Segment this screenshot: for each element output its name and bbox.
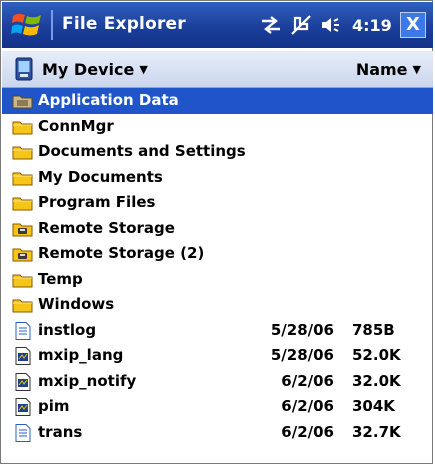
title-bar: File Explorer 4:19 X <box>2 2 433 48</box>
folder-icon <box>12 169 34 187</box>
chevron-down-icon: ▼ <box>139 63 148 76</box>
file-app-icon <box>12 347 34 365</box>
location-bar: My Device ▼ Name ▼ <box>2 51 433 88</box>
window-frame: File Explorer 4:19 X My Device ▼ Name ▼ … <box>0 0 433 464</box>
item-size: 52.0K <box>352 346 401 364</box>
volume-icon[interactable] <box>320 15 342 35</box>
connectivity-icon[interactable] <box>260 15 282 35</box>
item-name: trans <box>38 422 83 441</box>
item-name: Temp <box>38 269 83 288</box>
file-row[interactable]: mxip_notify 6/2/06 32.0K <box>2 369 433 395</box>
location-dropdown[interactable]: My Device ▼ <box>42 60 148 79</box>
folder-row[interactable]: ConnMgr <box>2 114 433 140</box>
item-name: Windows <box>38 295 115 313</box>
folder-icon <box>12 296 34 314</box>
item-date: 6/2/06 <box>281 371 334 390</box>
device-icon <box>15 57 33 81</box>
item-name: ConnMgr <box>38 116 114 135</box>
item-name: Remote Storage <box>38 218 175 237</box>
folder-row[interactable]: Documents and Settings <box>2 139 433 165</box>
item-name: mxip_lang <box>38 346 124 364</box>
folder-icon <box>12 194 34 212</box>
item-size: 785B <box>352 320 395 339</box>
folder-system-icon <box>12 92 34 110</box>
close-button[interactable]: X <box>400 12 426 38</box>
file-text-icon <box>12 423 34 442</box>
item-name: Program Files <box>38 193 156 211</box>
file-row[interactable]: trans 6/2/06 32.7K <box>2 420 433 446</box>
file-row[interactable]: pim 6/2/06 304K <box>2 394 433 420</box>
item-name: Remote Storage (2) <box>38 244 205 262</box>
folder-row[interactable]: Temp <box>2 267 433 293</box>
clock[interactable]: 4:19 <box>352 16 392 35</box>
item-name: Documents and Settings <box>38 142 246 160</box>
file-app-icon <box>12 398 34 416</box>
folder-icon <box>12 143 34 161</box>
item-name: Application Data <box>38 91 179 109</box>
item-size: 32.7K <box>352 422 401 441</box>
item-name: My Documents <box>38 167 163 186</box>
status-area: 4:19 <box>260 14 392 36</box>
folder-row[interactable]: Program Files <box>2 190 433 216</box>
file-app-icon <box>12 372 34 391</box>
chevron-down-icon: ▼ <box>412 63 421 76</box>
item-size: 32.0K <box>352 371 401 390</box>
phone-off-icon[interactable] <box>290 14 312 36</box>
item-date: 6/2/06 <box>281 422 334 441</box>
file-text-icon <box>12 321 34 340</box>
windows-start-icon[interactable] <box>10 8 46 42</box>
folder-row[interactable]: Windows <box>2 292 433 318</box>
sort-dropdown[interactable]: Name ▼ <box>356 60 421 79</box>
folder-storage-icon <box>12 220 34 238</box>
file-list: Application Data ConnMgr Documents and Set… <box>2 88 433 445</box>
folder-storage-icon <box>12 245 34 263</box>
file-row[interactable]: instlog 5/28/06 785B <box>2 318 433 344</box>
item-date: 6/2/06 <box>281 397 334 415</box>
folder-icon <box>12 271 34 289</box>
folder-row[interactable]: Remote Storage (2) <box>2 241 433 267</box>
folder-icon <box>12 118 34 136</box>
item-date: 5/28/06 <box>270 320 334 339</box>
folder-row[interactable]: Remote Storage <box>2 216 433 242</box>
item-name: mxip_notify <box>38 371 137 390</box>
app-title: File Explorer <box>62 14 186 34</box>
item-date: 5/28/06 <box>270 346 334 364</box>
folder-row[interactable]: Application Data <box>2 88 433 114</box>
file-row[interactable]: mxip_lang 5/28/06 52.0K <box>2 343 433 369</box>
location-label: My Device <box>42 60 135 79</box>
sort-label: Name <box>355 60 408 79</box>
folder-row[interactable]: My Documents <box>2 165 433 191</box>
item-size: 304K <box>352 397 395 415</box>
item-name: instlog <box>38 320 97 339</box>
title-divider <box>51 10 53 40</box>
item-name: pim <box>38 397 70 415</box>
